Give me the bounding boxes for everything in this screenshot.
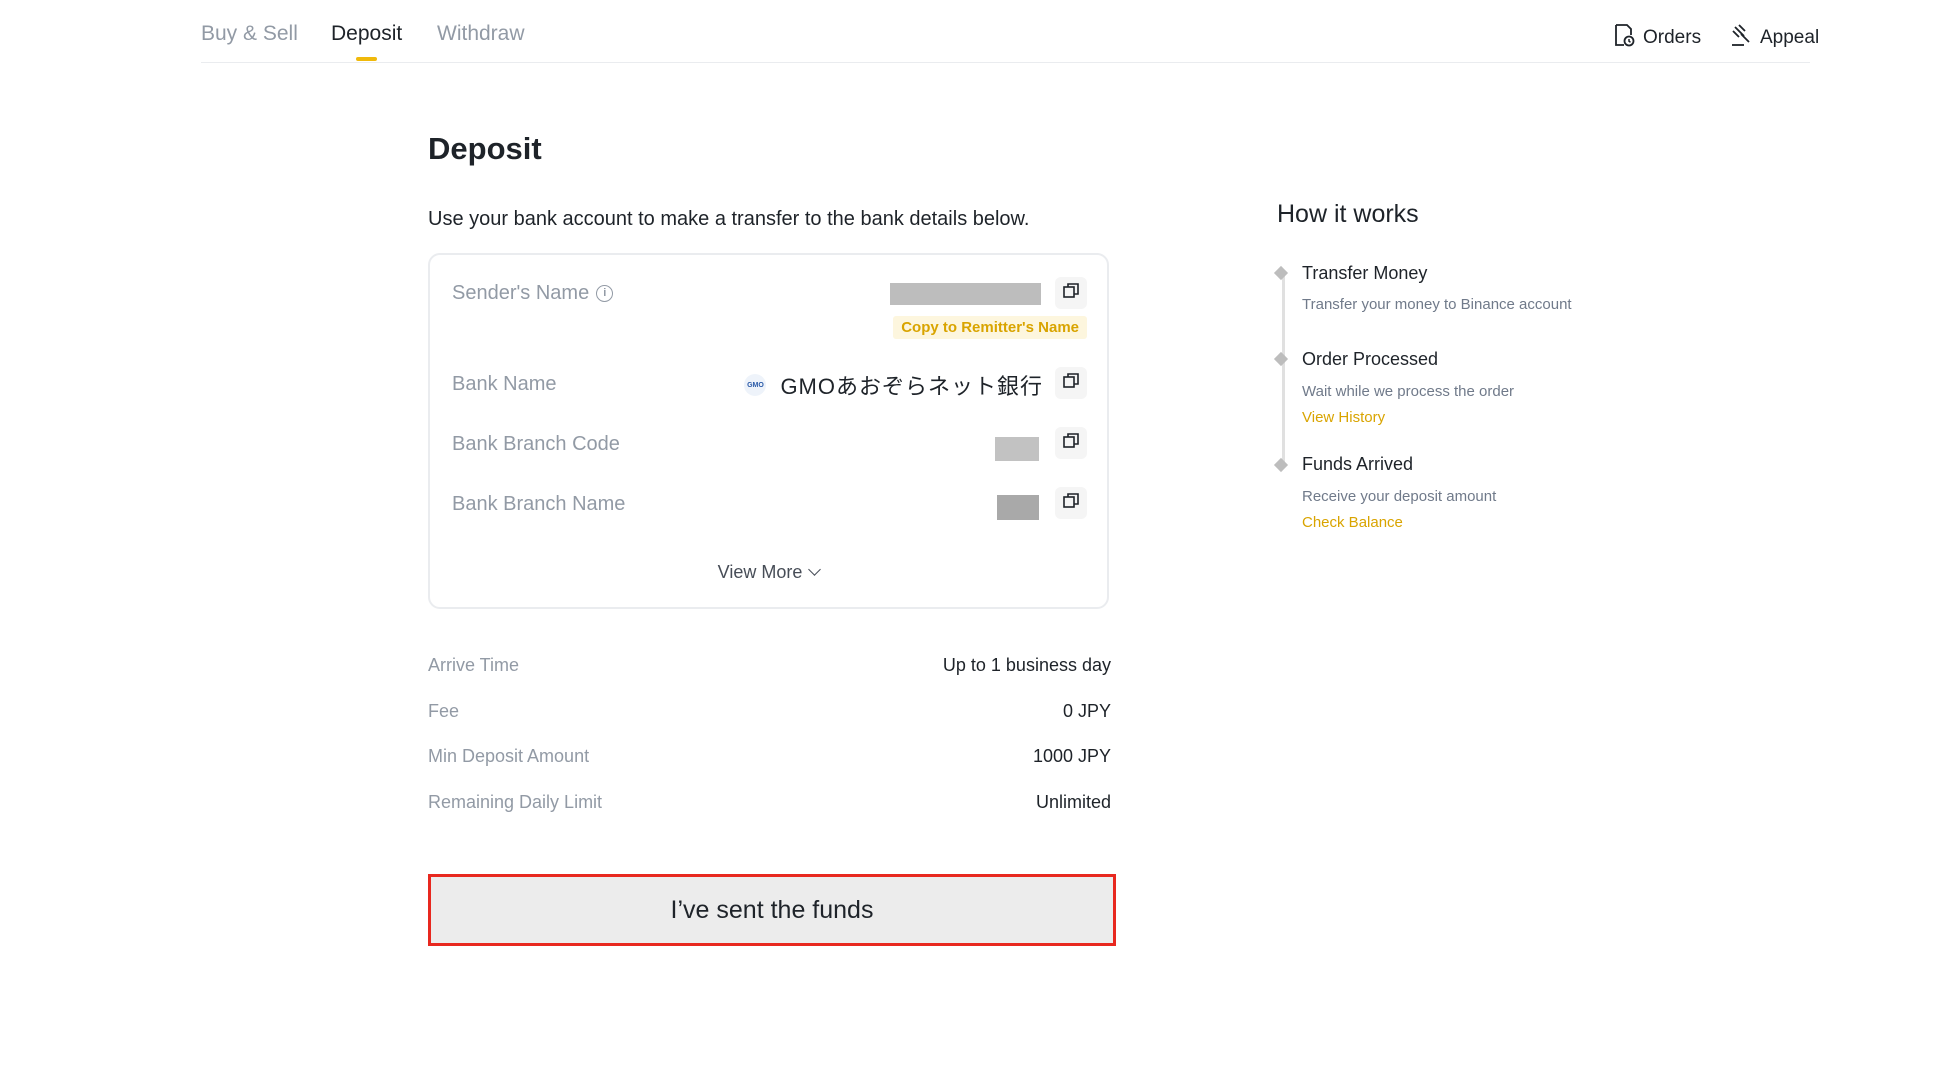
step-desc: Transfer your money to Binance account — [1302, 296, 1572, 313]
step-desc: Receive your deposit amount — [1302, 488, 1497, 505]
bank-details-card: Sender's Name i Copy to Remitter's Name … — [428, 253, 1109, 609]
branch-code-value-redacted — [995, 437, 1039, 461]
copy-to-remitter-name-button[interactable]: Copy to Remitter's Name — [893, 316, 1087, 339]
branch-code-label: Bank Branch Code — [452, 433, 620, 455]
bank-name-label: Bank Name — [452, 373, 557, 395]
active-tab-indicator — [356, 57, 377, 61]
orders-label: Orders — [1643, 27, 1702, 48]
orders-link[interactable]: Orders — [1613, 23, 1701, 53]
gmo-bank-logo: GMO — [744, 374, 767, 396]
info-icon[interactable]: i — [596, 285, 614, 302]
step-title: Transfer Money — [1302, 263, 1428, 283]
copy-icon — [1062, 372, 1080, 395]
step-title: Order Processed — [1302, 349, 1439, 369]
view-more-button[interactable]: View More — [430, 562, 1107, 583]
detail-label: Fee — [428, 701, 460, 721]
sender-name-label: Sender's Name — [452, 282, 590, 304]
branch-name-value-redacted — [997, 495, 1039, 520]
copy-branch-code-button[interactable] — [1055, 427, 1087, 459]
detail-label: Min Deposit Amount — [428, 746, 590, 766]
step-marker — [1273, 351, 1289, 367]
copy-icon — [1062, 432, 1080, 455]
timeline-line — [1282, 270, 1285, 468]
view-history-link[interactable]: View History — [1302, 409, 1385, 426]
copy-branch-name-button[interactable] — [1055, 487, 1087, 519]
sender-name-row: Sender's Name i — [452, 282, 614, 305]
appeal-link[interactable]: Appeal — [1730, 23, 1819, 53]
page-subtitle: Use your bank account to make a transfer… — [428, 208, 1030, 230]
step-marker — [1273, 457, 1289, 473]
appeal-label: Appeal — [1760, 27, 1820, 48]
copy-sender-name-button[interactable] — [1055, 277, 1087, 309]
step-desc: Wait while we process the order — [1302, 383, 1515, 400]
bank-name-value: GMOあおぞらネット銀行 — [780, 374, 1043, 399]
copy-bank-name-button[interactable] — [1055, 367, 1087, 399]
detail-value: Up to 1 business day — [942, 655, 1111, 675]
sent-funds-button[interactable]: I’ve sent the funds — [428, 874, 1116, 946]
tab-deposit[interactable]: Deposit — [331, 22, 402, 46]
detail-label: Remaining Daily Limit — [428, 792, 603, 812]
view-more-label: View More — [717, 562, 803, 582]
how-it-works-title: How it works — [1277, 200, 1419, 228]
detail-label: Arrive Time — [428, 655, 520, 675]
tab-withdraw[interactable]: Withdraw — [437, 22, 525, 46]
step-marker — [1273, 265, 1289, 281]
page-title: Deposit — [428, 131, 542, 166]
branch-name-label: Bank Branch Name — [452, 493, 626, 515]
detail-value: 0 JPY — [1062, 701, 1111, 721]
orders-icon — [1613, 23, 1643, 53]
copy-icon — [1062, 282, 1080, 305]
appeal-icon — [1730, 23, 1760, 53]
detail-value: 1000 JPY — [1032, 746, 1111, 766]
tab-buy-sell[interactable]: Buy & Sell — [201, 22, 298, 46]
chevron-down-icon — [808, 563, 822, 576]
sender-name-value-redacted — [890, 283, 1041, 305]
top-nav: Buy & Sell Deposit Withdraw Orders Appea… — [201, 0, 1819, 63]
copy-icon — [1062, 492, 1080, 515]
check-balance-link[interactable]: Check Balance — [1302, 514, 1403, 531]
bank-name-value-wrap: GMO GMOあおぞらネット銀行 — [744, 369, 1043, 401]
detail-value: Unlimited — [1035, 792, 1111, 812]
step-title: Funds Arrived — [1302, 454, 1414, 474]
